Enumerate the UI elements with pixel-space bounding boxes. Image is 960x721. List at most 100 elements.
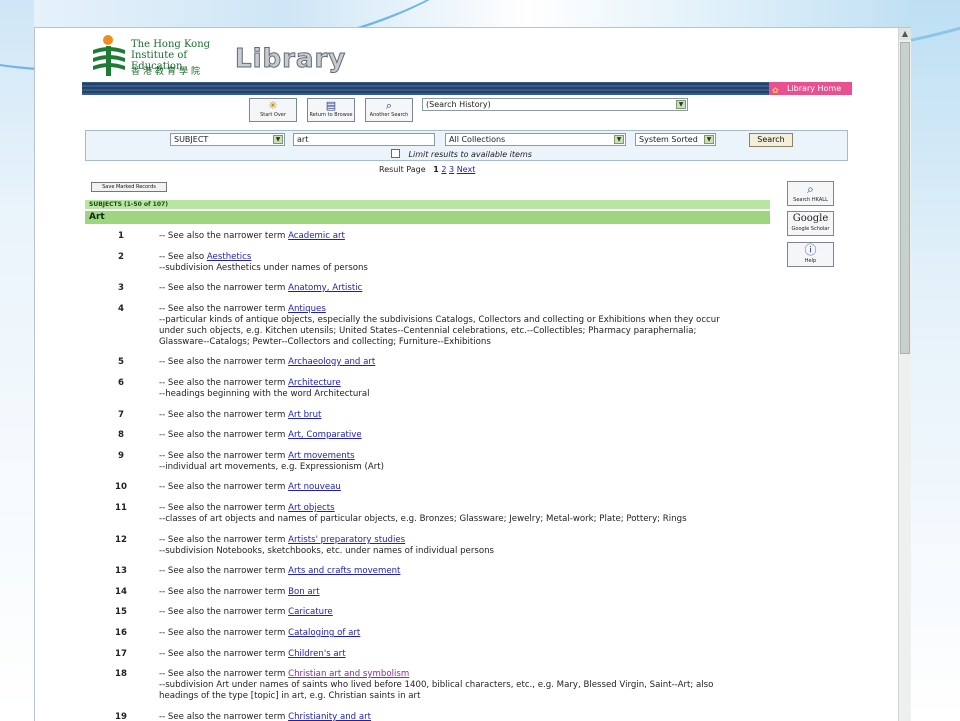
- subject-note: --classes of art objects and names of pa…: [159, 514, 687, 524]
- start-over-button[interactable]: ✳ Start Over: [249, 98, 297, 122]
- result-text: -- See also the narrower term Caricature: [159, 607, 769, 618]
- chevron-down-icon: ▼: [273, 135, 283, 144]
- collection-select[interactable]: All Collections ▼: [445, 133, 626, 146]
- subject-term-link[interactable]: Art brut: [288, 410, 321, 420]
- subject-term-link[interactable]: Art movements: [288, 451, 354, 461]
- logo-chinese-name: 香港教育學院: [131, 67, 204, 77]
- search-input-value: art: [297, 135, 309, 144]
- result-text: -- See also the narrower term Academic a…: [159, 231, 769, 242]
- institute-logo[interactable]: The Hong Kong Institute of Education 香港教…: [91, 34, 231, 80]
- subject-term-link[interactable]: Christian art and symbolism: [288, 669, 409, 679]
- subject-term-link[interactable]: Art nouveau: [288, 482, 341, 492]
- result-number: 6: [118, 378, 124, 388]
- search-hkall-button[interactable]: ⌕ Search HKALL: [787, 181, 834, 206]
- subject-term-link[interactable]: Antiques: [288, 304, 326, 314]
- result-number: 12: [115, 535, 127, 545]
- google-scholar-label: Google Scholar: [791, 226, 830, 232]
- result-text: -- See also the narrower term Architectu…: [159, 378, 769, 400]
- scrollbar-thumb[interactable]: [900, 42, 910, 354]
- scroll-up-icon[interactable]: ▲: [899, 28, 911, 40]
- result-number: 5: [118, 357, 124, 367]
- subject-note: --particular kinds of antique objects, e…: [159, 315, 720, 325]
- help-label: Help: [804, 258, 817, 264]
- subject-note: headings of the type [topic] in art, e.g…: [159, 691, 421, 701]
- google-logo: Google: [792, 213, 829, 224]
- sort-value: System Sorted: [639, 135, 698, 144]
- subject-term-link[interactable]: Artists' preparatory studies: [288, 535, 405, 545]
- search-hkall-label: Search HKALL: [793, 197, 828, 203]
- slide-background-right: [910, 0, 960, 720]
- result-text: -- See also the narrower term Art nouvea…: [159, 482, 769, 493]
- result-text: -- See also the narrower term Archaeolog…: [159, 357, 769, 368]
- see-also-prefix: -- See also the narrower term: [159, 669, 289, 679]
- start-over-label: Start Over: [260, 112, 286, 118]
- limit-available-checkbox[interactable]: [391, 149, 400, 158]
- result-text: -- See also the narrower term Bon art: [159, 587, 769, 598]
- subject-term-link[interactable]: Aesthetics: [207, 252, 252, 262]
- search-input[interactable]: art: [293, 133, 435, 146]
- limit-available-option[interactable]: Limit results to available items: [391, 149, 532, 159]
- next-page-link[interactable]: Next: [457, 165, 476, 174]
- sort-select[interactable]: System Sorted ▼: [635, 133, 716, 146]
- subject-heading: Art: [85, 211, 770, 224]
- chevron-down-icon: ▼: [614, 135, 624, 144]
- result-number: 18: [115, 669, 127, 679]
- result-number: 14: [115, 587, 127, 597]
- subject-note: under such objects, e.g. Kitchen utensil…: [159, 326, 697, 336]
- result-number: 11: [115, 503, 127, 513]
- vertical-scrollbar[interactable]: ▲: [898, 28, 911, 721]
- see-also-prefix: -- See also the narrower term: [159, 283, 289, 293]
- return-to-browse-button[interactable]: ▤ Return to Browse: [307, 98, 355, 122]
- result-number: 17: [115, 649, 127, 659]
- limit-available-label: Limit results to available items: [408, 150, 532, 159]
- page-2-link[interactable]: 2: [441, 165, 446, 174]
- search-type-select[interactable]: SUBJECT ▼: [170, 133, 285, 146]
- header-band: [82, 82, 852, 95]
- subject-note: --subdivision Aesthetics under names of …: [159, 263, 368, 273]
- subject-term-link[interactable]: Architecture: [288, 378, 341, 388]
- see-also-prefix: -- See also the narrower term: [159, 628, 289, 638]
- result-number: 1: [118, 231, 124, 241]
- subject-term-link[interactable]: Cataloging of art: [288, 628, 360, 638]
- search-form: SUBJECT ▼ art All Collections ▼ System S…: [85, 130, 848, 161]
- page-3-link[interactable]: 3: [449, 165, 454, 174]
- another-search-button[interactable]: ⌕ Another Search: [365, 98, 413, 122]
- subject-term-link[interactable]: Caricature: [288, 607, 333, 617]
- return-to-browse-label: Return to Browse: [309, 112, 353, 118]
- see-also-prefix: -- See also the narrower term: [159, 410, 289, 420]
- subject-term-link[interactable]: Arts and crafts movement: [288, 566, 400, 576]
- subject-term-link[interactable]: Art, Comparative: [288, 430, 362, 440]
- see-also-prefix: -- See also the narrower term: [159, 607, 289, 617]
- library-home-link[interactable]: ✿ Library Home: [769, 82, 852, 95]
- subject-note: --subdivision Art under names of saints …: [159, 680, 714, 690]
- search-button[interactable]: Search: [749, 133, 793, 147]
- see-also-prefix: -- See also the narrower term: [159, 231, 289, 241]
- pagination: Result Page 1 2 3 Next: [379, 165, 475, 174]
- subject-term-link[interactable]: Bon art: [288, 587, 320, 597]
- save-marked-records-button[interactable]: Save Marked Records: [91, 182, 167, 192]
- see-also-prefix: -- See also the narrower term: [159, 451, 289, 461]
- result-text: -- See also the narrower term Cataloging…: [159, 628, 769, 639]
- subject-term-link[interactable]: Art objects: [288, 503, 334, 513]
- result-text: -- See also the narrower term Children's…: [159, 649, 769, 660]
- subject-term-link[interactable]: Anatomy, Artistic: [288, 283, 362, 293]
- subject-term-link[interactable]: Academic art: [288, 231, 345, 241]
- result-number: 7: [118, 410, 124, 420]
- search-history-select[interactable]: (Search History) ▼: [422, 98, 688, 111]
- flower-icon: ✿: [772, 86, 779, 95]
- google-scholar-button[interactable]: Google Google Scholar: [787, 211, 834, 236]
- see-also-prefix: -- See also the narrower term: [159, 357, 289, 367]
- help-icon: ⓘ: [804, 243, 817, 257]
- magnifier-icon: ⌕: [385, 99, 393, 112]
- help-button[interactable]: ⓘ Help: [787, 242, 834, 267]
- see-also-prefix: -- See also: [159, 252, 207, 262]
- result-number: 15: [115, 607, 127, 617]
- slide-background-left: [0, 0, 34, 720]
- search-history-value: (Search History): [426, 100, 491, 109]
- see-also-prefix: -- See also the narrower term: [159, 649, 289, 659]
- another-search-label: Another Search: [369, 112, 409, 118]
- subject-term-link[interactable]: Children's art: [288, 649, 346, 659]
- see-also-prefix: -- See also the narrower term: [159, 430, 289, 440]
- catalog-page: The Hong Kong Institute of Education 香港教…: [35, 28, 899, 721]
- subject-term-link[interactable]: Archaeology and art: [288, 357, 375, 367]
